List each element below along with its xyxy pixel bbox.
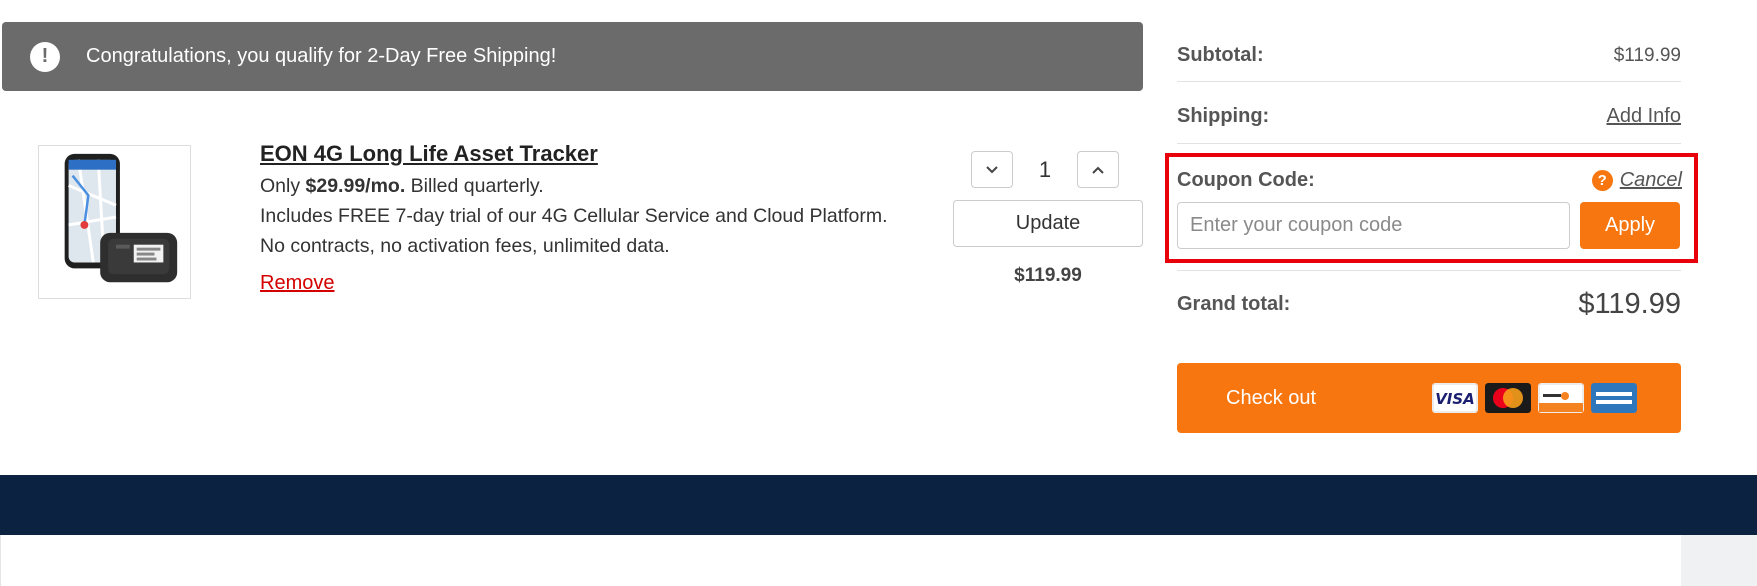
subtotal-row: Subtotal: $119.99 xyxy=(1177,44,1681,67)
shipping-row: Shipping: Add Info xyxy=(1177,105,1681,128)
coupon-code-input[interactable] xyxy=(1177,202,1570,249)
help-icon[interactable]: ? xyxy=(1591,170,1613,191)
shipping-label: Shipping: xyxy=(1177,105,1270,127)
update-button[interactable]: Update xyxy=(953,200,1143,247)
exclamation-circle-icon: ! xyxy=(30,41,60,72)
quantity-stepper: 1 xyxy=(971,151,1119,188)
cancel-coupon-link[interactable]: Cancel xyxy=(1620,169,1682,192)
footer-content-area xyxy=(0,535,1681,586)
quantity-value[interactable]: 1 xyxy=(1013,157,1077,183)
mastercard-icon xyxy=(1485,383,1531,413)
product-info: EON 4G Long Life Asset Tracker Only $29.… xyxy=(260,140,900,295)
subtotal-label: Subtotal: xyxy=(1177,44,1264,66)
price-suffix: Billed quarterly. xyxy=(405,175,544,197)
subtotal-value: $119.99 xyxy=(1613,44,1681,66)
visa-icon: VISA xyxy=(1432,383,1478,413)
banner-text: Congratulations, you qualify for 2-Day F… xyxy=(86,45,557,67)
coupon-label: Coupon Code: xyxy=(1177,169,1315,191)
free-shipping-banner: ! Congratulations, you qualify for 2-Day… xyxy=(2,22,1143,91)
payment-cards: VISA xyxy=(1432,383,1637,413)
product-price-line: Only $29.99/mo. Billed quarterly. xyxy=(260,171,900,201)
product-description: Includes FREE 7-day trial of our 4G Cell… xyxy=(260,205,888,257)
decrease-quantity-button[interactable] xyxy=(971,151,1013,188)
apply-coupon-button[interactable]: Apply xyxy=(1580,202,1680,249)
checkout-button[interactable]: Check out VISA xyxy=(1177,363,1681,433)
checkout-label: Check out xyxy=(1226,386,1317,409)
product-image[interactable] xyxy=(38,145,191,299)
coupon-section: Coupon Code: ? Cancel Apply xyxy=(1165,153,1698,263)
grand-total-value: $119.99 xyxy=(1578,288,1681,320)
coupon-header: Coupon Code: ? Cancel xyxy=(1177,169,1682,192)
divider xyxy=(1177,143,1681,144)
discover-icon xyxy=(1538,383,1584,413)
divider xyxy=(1177,81,1681,82)
price-prefix: Only xyxy=(260,175,306,197)
line-total: $119.99 xyxy=(1014,265,1082,286)
divider xyxy=(1177,270,1681,271)
svg-text:VISA: VISA xyxy=(1435,390,1475,408)
increase-quantity-button[interactable] xyxy=(1077,151,1119,188)
monthly-price: $29.99/mo. xyxy=(305,175,406,197)
grand-total-row: Grand total: $119.99 xyxy=(1177,288,1681,321)
add-info-link[interactable]: Add Info xyxy=(1606,105,1681,128)
product-title-link[interactable]: EON 4G Long Life Asset Tracker xyxy=(260,140,598,168)
tracker-product-photo xyxy=(64,153,178,283)
chevron-down-icon xyxy=(986,165,998,173)
footer xyxy=(0,475,1757,535)
grand-total-label: Grand total: xyxy=(1177,293,1291,315)
amex-icon xyxy=(1591,383,1637,413)
chevron-up-icon xyxy=(1092,166,1104,174)
remove-link[interactable]: Remove xyxy=(260,272,334,295)
coupon-actions: ? Cancel xyxy=(1591,169,1682,192)
footer-side-panel xyxy=(1681,535,1757,586)
